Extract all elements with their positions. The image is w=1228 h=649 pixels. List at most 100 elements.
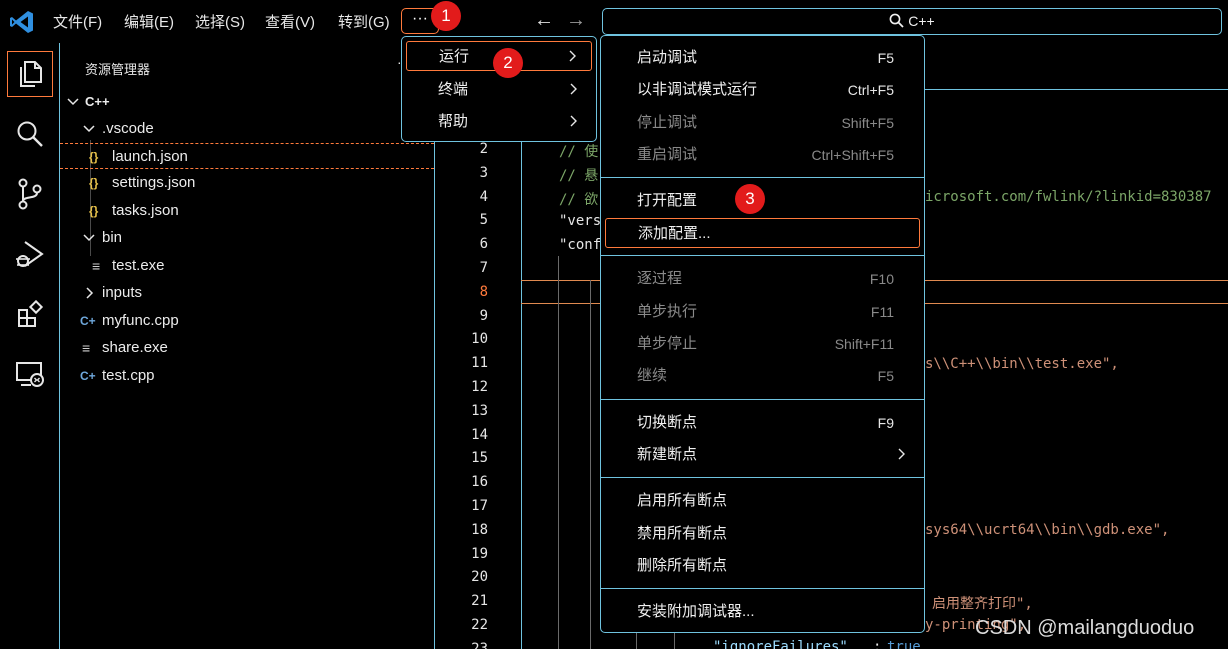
line-number: 4	[479, 188, 488, 205]
line-number: 20	[471, 569, 488, 586]
menu-item-label: 安装附加调试器...	[637, 603, 755, 620]
menu-item-run-without-debugging[interactable]: 以非调试模式运行 Ctrl+F5	[605, 75, 920, 105]
code-line-6: "conf	[559, 237, 602, 253]
tree-item-label: test.exe	[112, 257, 165, 274]
chevron-down-icon	[83, 125, 95, 133]
menu-item-shortcut: F11	[870, 304, 894, 320]
chevron-right-icon	[898, 448, 905, 460]
tree-item-folder-bin[interactable]: bin	[60, 225, 434, 251]
menu-item-enable-all-breakpoints[interactable]: 启用所有断点	[605, 486, 920, 516]
code-line-21-tail: 启用整齐打印",	[932, 596, 1033, 612]
run-debug-activity-button[interactable]	[7, 231, 53, 277]
json-file-icon: {}	[89, 176, 99, 190]
menu-item-toggle-breakpoint[interactable]: 切换断点 F9	[605, 408, 920, 438]
cpp-file-icon: C+	[80, 314, 96, 328]
json-file-icon: {}	[89, 204, 99, 218]
menu-item-label: 运行	[439, 48, 470, 65]
forward-arrow-icon[interactable]: →	[566, 9, 586, 32]
menu-item-step-out[interactable]: 单步停止 Shift+F11	[605, 329, 920, 359]
code-line-4-tail: icrosoft.com/fwlink/?linkid=830387	[925, 189, 1212, 205]
tree-item-label: tasks.json	[112, 202, 179, 219]
explorer-title: 资源管理器	[85, 62, 151, 77]
menu-item-shortcut: Ctrl+F5	[847, 82, 894, 98]
chevron-right-icon	[569, 50, 576, 62]
tree-item-file-myfunc-cpp[interactable]: C+ myfunc.cpp	[60, 308, 434, 334]
menu-item-step-into[interactable]: 单步执行 F11	[605, 297, 920, 327]
menu-item-new-breakpoint[interactable]: 新建断点	[605, 440, 920, 470]
menu-item-step-over[interactable]: 逐过程 F10	[605, 264, 920, 294]
chevron-down-icon	[67, 98, 79, 106]
menu-item-label: 删除所有断点	[637, 557, 728, 574]
indent-guide	[558, 256, 559, 649]
line-number: 19	[471, 545, 488, 562]
menu-item-help[interactable]: 帮助	[406, 107, 592, 137]
menu-item-install-additional-debuggers[interactable]: 安装附加调试器...	[605, 597, 920, 627]
tree-item-file-tasks-json[interactable]: {} tasks.json	[60, 198, 434, 224]
callout-badge-2: 2	[493, 48, 523, 78]
menu-item-shortcut: F9	[877, 415, 894, 431]
menu-item-restart-debugging[interactable]: 重启调试 Ctrl+Shift+F5	[605, 140, 920, 170]
menu-item-continue[interactable]: 继续 F5	[605, 361, 920, 391]
explorer-activity-button[interactable]	[7, 51, 53, 97]
back-arrow-icon[interactable]: ←	[534, 9, 554, 32]
menu-separator	[601, 177, 924, 178]
tree-item-label: bin	[102, 229, 123, 246]
tree-item-file-test-cpp[interactable]: C+ test.cpp	[60, 363, 434, 389]
tree-item-file-share-exe[interactable]: ≡ share.exe	[60, 335, 434, 361]
tree-item-label: launch.json	[112, 148, 188, 165]
run-debug-icon	[16, 241, 44, 267]
vscode-logo-icon	[10, 11, 33, 33]
line-number: 9	[479, 307, 488, 324]
code-line-5: "vers	[559, 213, 602, 229]
line-number: 17	[471, 498, 488, 514]
code-line-18-tail: sys64\\ucrt64\\bin\\gdb.exe",	[925, 522, 1170, 538]
menu-item-label: 帮助	[438, 113, 469, 130]
menu-item-terminal[interactable]: 终端	[406, 75, 592, 105]
tree-item-label: inputs	[102, 284, 143, 301]
chevron-down-icon	[83, 234, 95, 242]
menu-separator	[601, 588, 924, 589]
line-number: 10	[471, 331, 488, 348]
tree-item-root[interactable]: C++	[60, 89, 434, 115]
line-number: 18	[471, 521, 488, 538]
menu-separator	[601, 477, 924, 478]
menu-selection[interactable]: 选择(S)	[195, 11, 245, 32]
menu-item-label: 切换断点	[637, 414, 698, 431]
json-file-icon: {}	[89, 150, 99, 164]
menu-item-stop-debugging[interactable]: 停止调试 Shift+F5	[605, 108, 920, 138]
menu-view[interactable]: 查看(V)	[265, 11, 315, 32]
line-number: 16	[471, 474, 488, 491]
tree-item-folder-inputs[interactable]: inputs	[60, 280, 434, 306]
callout-badge-1: 1	[431, 1, 461, 31]
menu-item-start-debugging[interactable]: 启动调试 F5	[605, 43, 920, 73]
source-control-icon	[18, 178, 42, 210]
code-line-4: // 欲	[559, 192, 599, 208]
menu-item-label: 新建断点	[637, 446, 698, 463]
menu-separator	[601, 399, 924, 400]
extensions-activity-button[interactable]	[7, 291, 53, 337]
tree-item-folder-vscode[interactable]: .vscode	[60, 116, 434, 142]
command-center[interactable]: C++	[602, 8, 1222, 35]
search-activity-button[interactable]	[7, 111, 53, 157]
menu-item-label: 单步停止	[637, 335, 698, 352]
indent-guide	[590, 280, 591, 649]
menu-edit[interactable]: 编辑(E)	[124, 11, 174, 32]
files-icon	[20, 61, 42, 87]
tree-item-label: settings.json	[112, 174, 196, 191]
menu-go[interactable]: 转到(G)	[338, 11, 390, 32]
command-center-label: C++	[908, 13, 935, 29]
menu-file[interactable]: 文件(F)	[53, 11, 102, 32]
menu-item-label: 逐过程	[637, 270, 683, 287]
source-control-activity-button[interactable]	[7, 171, 53, 217]
menu-item-add-configuration[interactable]: 添加配置...	[605, 218, 920, 248]
search-icon	[17, 121, 43, 147]
tree-item-file-launch-json[interactable]: {} launch.json	[60, 143, 434, 169]
menu-item-disable-all-breakpoints[interactable]: 禁用所有断点	[605, 519, 920, 549]
menu-item-remove-all-breakpoints[interactable]: 删除所有断点	[605, 551, 920, 581]
remote-explorer-activity-button[interactable]	[7, 351, 53, 397]
cpp-file-icon: C+	[80, 369, 96, 383]
tree-item-file-settings-json[interactable]: {} settings.json	[60, 170, 434, 196]
search-icon	[889, 13, 904, 28]
exe-file-icon: ≡	[82, 340, 91, 356]
tree-item-file-test-exe[interactable]: ≡ test.exe	[60, 253, 434, 279]
